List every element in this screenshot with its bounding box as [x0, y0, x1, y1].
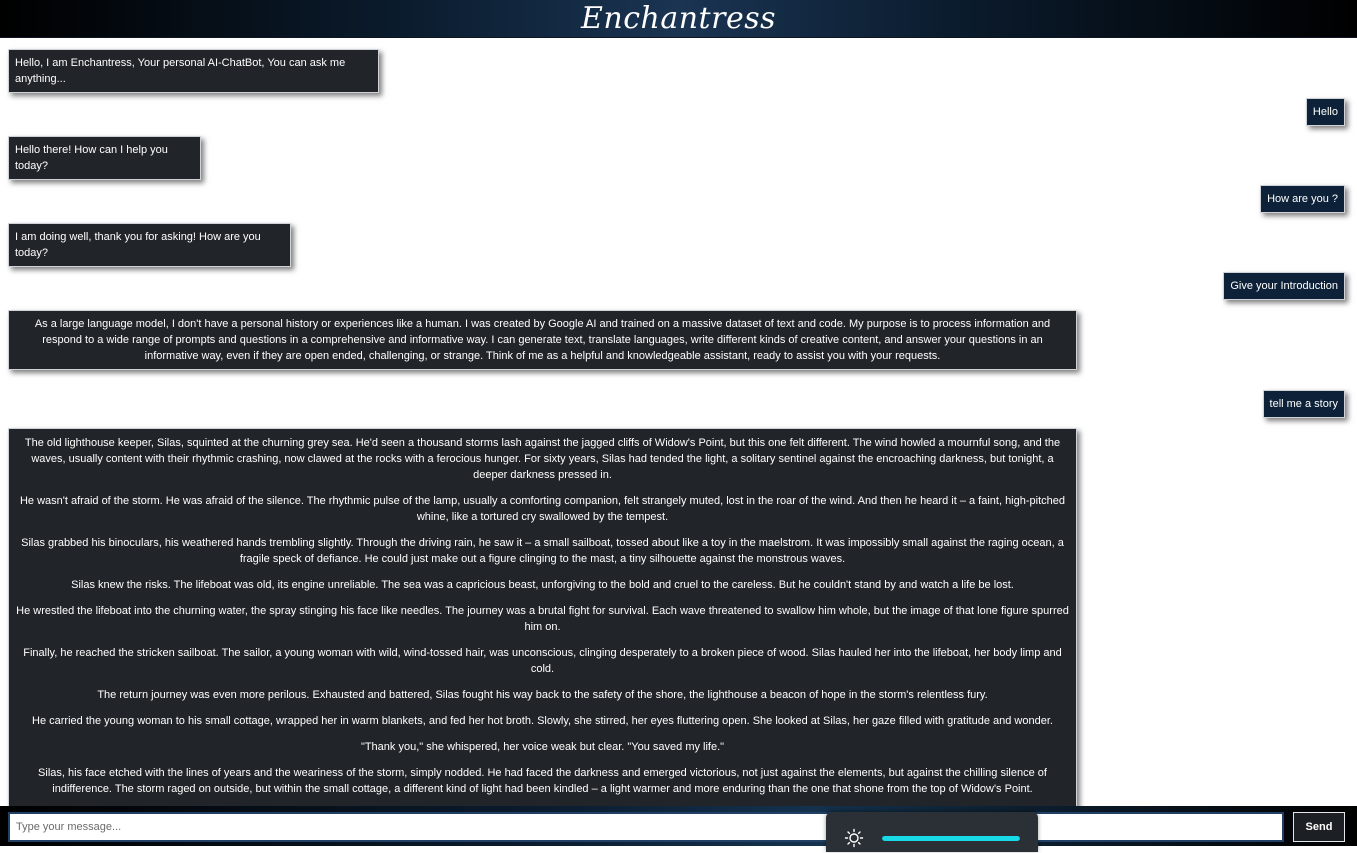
brightness-slider[interactable] — [882, 836, 1020, 841]
user-message: How are you ? — [1260, 185, 1345, 213]
user-message: tell me a story — [1262, 390, 1345, 418]
message-text: How are you ? — [1267, 193, 1338, 205]
message-text: Hello, I am Enchantress, Your personal A… — [15, 57, 346, 85]
story-paragraph: The return journey was even more perilou… — [97, 689, 988, 701]
story-paragraph: He carried the young woman to his small … — [32, 715, 1053, 727]
chat-history[interactable]: Hello, I am Enchantress, Your personal A… — [0, 38, 1357, 806]
bot-message: As a large language model, I don't have … — [8, 310, 1077, 370]
bot-message: Hello, I am Enchantress, Your personal A… — [8, 49, 379, 93]
story-paragraph: Finally, he reached the stricken sailboa… — [23, 647, 1062, 675]
story-paragraph: He wasn't afraid of the storm. He was af… — [19, 495, 1065, 523]
app-title: Enchantress — [581, 1, 776, 36]
story-paragraph: Silas grabbed his binoculars, his weathe… — [21, 537, 1064, 565]
story-paragraph: He wrestled the lifeboat into the churni… — [16, 605, 1069, 633]
app-header: Enchantress — [0, 0, 1357, 38]
brightness-sun-icon — [844, 828, 864, 853]
send-button[interactable]: Send — [1293, 812, 1345, 842]
story-paragraph: "Thank you," she whispered, her voice we… — [360, 741, 725, 753]
user-message: Give your Introduction — [1223, 272, 1345, 300]
message-text: Give your Introduction — [1230, 280, 1338, 292]
story-paragraph: Silas knew the risks. The lifeboat was o… — [71, 579, 1014, 591]
brightness-overlay — [826, 812, 1038, 852]
message-text: Hello — [1312, 106, 1338, 118]
message-composer: Send — [0, 806, 1357, 846]
bot-message: I am doing well, thank you for asking! H… — [8, 223, 291, 267]
bot-message-story: The old lighthouse keeper, Silas, squint… — [8, 428, 1077, 806]
message-text: Hello there! How can I help you today? — [15, 144, 168, 172]
story-paragraph: The old lighthouse keeper, Silas, squint… — [24, 437, 1061, 481]
message-text: I am doing well, thank you for asking! H… — [15, 231, 261, 259]
message-input[interactable] — [8, 812, 1284, 842]
brightness-slider-fill — [882, 836, 1020, 841]
story-paragraph: Silas, his face etched with the lines of… — [38, 767, 1047, 795]
message-text: As a large language model, I don't have … — [34, 318, 1051, 362]
bot-message: Hello there! How can I help you today? — [8, 136, 201, 180]
user-message: Hello — [1305, 98, 1345, 126]
message-text: tell me a story — [1269, 398, 1338, 410]
